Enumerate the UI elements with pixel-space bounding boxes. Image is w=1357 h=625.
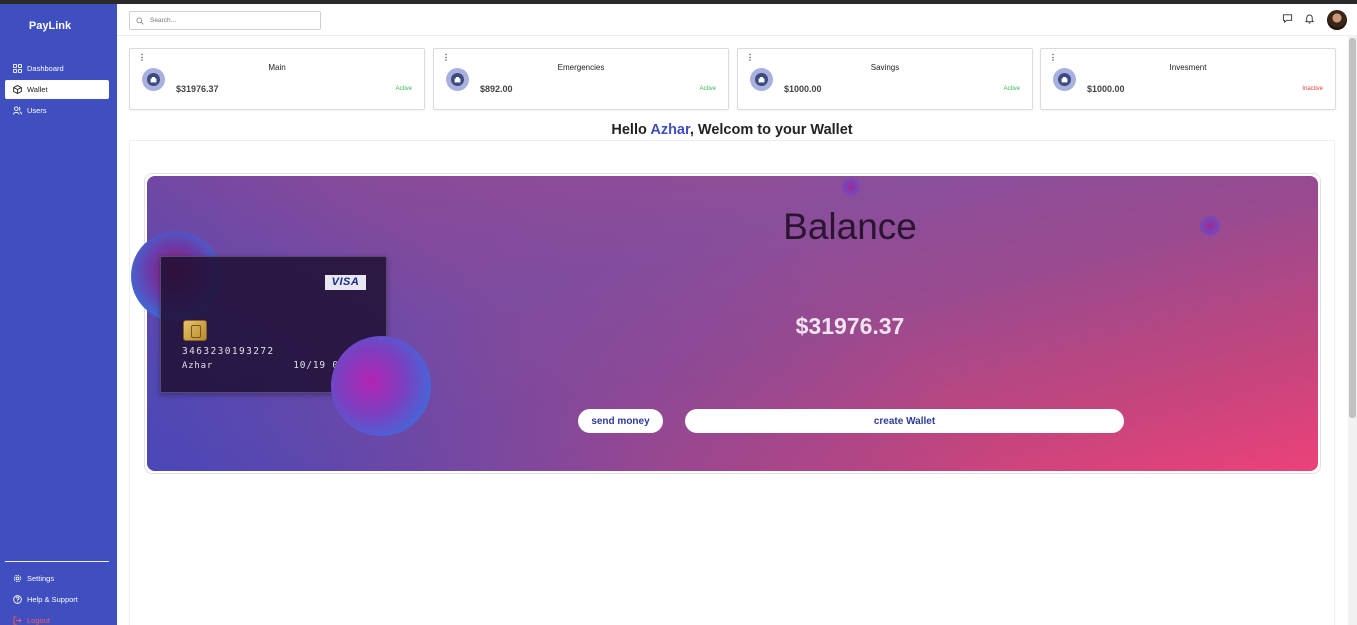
sidebar-item-label: Dashboard [27,64,64,73]
grid-icon [13,64,22,73]
sidebar: PayLink Dashboard Wallet Users Settings … [0,4,117,625]
wallet-menu-icon[interactable]: ⋮ [138,53,146,62]
top-header [117,4,1357,36]
wallet-status: Active [1003,86,1020,92]
avatar[interactable] [1327,10,1347,30]
wallet-name: Savings [870,63,900,72]
sidebar-item-wallet[interactable]: Wallet [5,80,109,99]
sidebar-nav: Dashboard Wallet Users [5,59,109,122]
wallet-status: Active [395,86,412,92]
search-icon [136,17,144,25]
content-border-right [1334,140,1335,625]
wallet-amount: $1000.00 [1087,84,1125,94]
users-icon [13,106,22,115]
wallet-card-main[interactable]: ⋮ Main $31976.37 Active [129,48,425,110]
create-wallet-button[interactable]: create Wallet [685,409,1124,433]
wallet-name: Main [268,63,286,72]
content-divider [129,140,1335,141]
wallet-menu-icon[interactable]: ⋮ [1049,53,1057,62]
card-holder: Azhar [182,361,214,371]
wallet-card-savings[interactable]: ⋮ Savings $1000.00 Active [737,48,1033,110]
wallet-amount: $892.00 [480,84,513,94]
sidebar-item-users[interactable]: Users [5,101,109,120]
send-money-button[interactable]: send money [578,409,663,433]
wallet-card-emergencies[interactable]: ⋮ Emergencies $892.00 Active [433,48,729,110]
decor-orb [331,336,431,436]
wallet-status: Inactive [1302,86,1323,92]
wallet-menu-icon[interactable]: ⋮ [746,53,754,62]
card-chip-icon [183,320,207,341]
visa-logo: VISA [325,275,366,290]
sidebar-bottom-nav: Settings Help & Support Logout [5,569,109,625]
wallet-menu-icon[interactable]: ⋮ [442,53,450,62]
chat-icon[interactable] [1282,13,1293,24]
sidebar-item-dashboard[interactable]: Dashboard [5,59,109,78]
wallet-status: Active [699,86,716,92]
brand-logo[interactable]: PayLink [0,20,100,32]
search-input[interactable] [150,17,310,24]
card-number: 3463230193272 [182,346,275,357]
greeting-username: Azhar [650,122,690,138]
balance-amount: $31976.37 [795,313,905,339]
page-title: Hello Azhar, Welcom to your Wallet [129,122,1335,138]
box-icon [13,85,22,94]
bell-icon[interactable] [1304,13,1315,24]
decor-orb [842,178,860,196]
content-border-left [129,140,130,625]
sidebar-item-label: Logout [27,616,50,625]
sidebar-item-label: Settings [27,574,55,583]
wallet-amount: $31976.37 [176,84,219,94]
sidebar-item-label: Users [27,106,47,115]
balance-title: Balance [783,206,917,247]
sidebar-item-logout[interactable]: Logout [5,611,109,625]
sidebar-item-label: Help & Support [27,595,78,604]
sidebar-item-help[interactable]: Help & Support [5,590,109,609]
decor-orb [1200,216,1220,236]
wallet-amount: $1000.00 [784,84,822,94]
wallet-name: Invesment [1169,63,1207,72]
scrollbar-thumb[interactable] [1349,38,1356,418]
sidebar-item-settings[interactable]: Settings [5,569,109,588]
sidebar-item-label: Wallet [27,85,48,94]
search-box[interactable] [129,11,321,30]
sidebar-divider [5,561,109,562]
wallet-name: Emergencies [557,63,605,72]
scrollbar[interactable] [1348,36,1357,625]
greeting-prefix: Hello [611,122,651,138]
help-icon [13,595,22,604]
greeting-suffix: , Welcom to your Wallet [689,122,853,138]
gear-icon [13,574,22,583]
wallet-card-invesment[interactable]: ⋮ Invesment $1000.00 Inactive [1040,48,1336,110]
logout-icon [13,616,22,625]
